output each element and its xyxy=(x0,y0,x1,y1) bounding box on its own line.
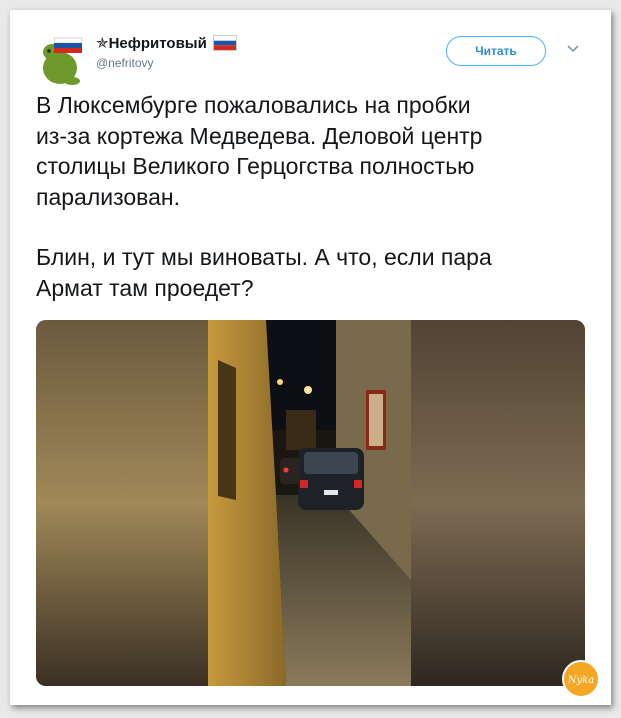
street-photo xyxy=(36,320,585,686)
video-thumbnail[interactable] xyxy=(36,320,585,686)
user-handle[interactable]: @nefritovy xyxy=(96,56,154,70)
follow-button[interactable]: Читать xyxy=(446,36,546,66)
tweet-paragraph-1: В Люксембурге пожаловались на пробки из-… xyxy=(36,92,483,210)
chevron-down-icon[interactable] xyxy=(566,44,580,54)
display-name[interactable]: ✯Нефритовый xyxy=(96,34,237,52)
svg-text:Nyka: Nyka xyxy=(567,675,594,686)
nyka-watermark-logo: Nyka xyxy=(562,660,600,698)
tweet-text: В Люксембурге пожаловались на пробки из-… xyxy=(36,90,596,303)
russian-flag-icon xyxy=(212,35,237,51)
tweet-paragraph-2: Блин, и тут мы виноваты. А что, если пар… xyxy=(36,244,492,301)
display-name-text: ✯Нефритовый xyxy=(96,35,207,52)
avatar[interactable] xyxy=(38,30,88,86)
tweet-card: ✯Нефритовый @nefritovy Читать В Люксембу… xyxy=(10,10,611,705)
